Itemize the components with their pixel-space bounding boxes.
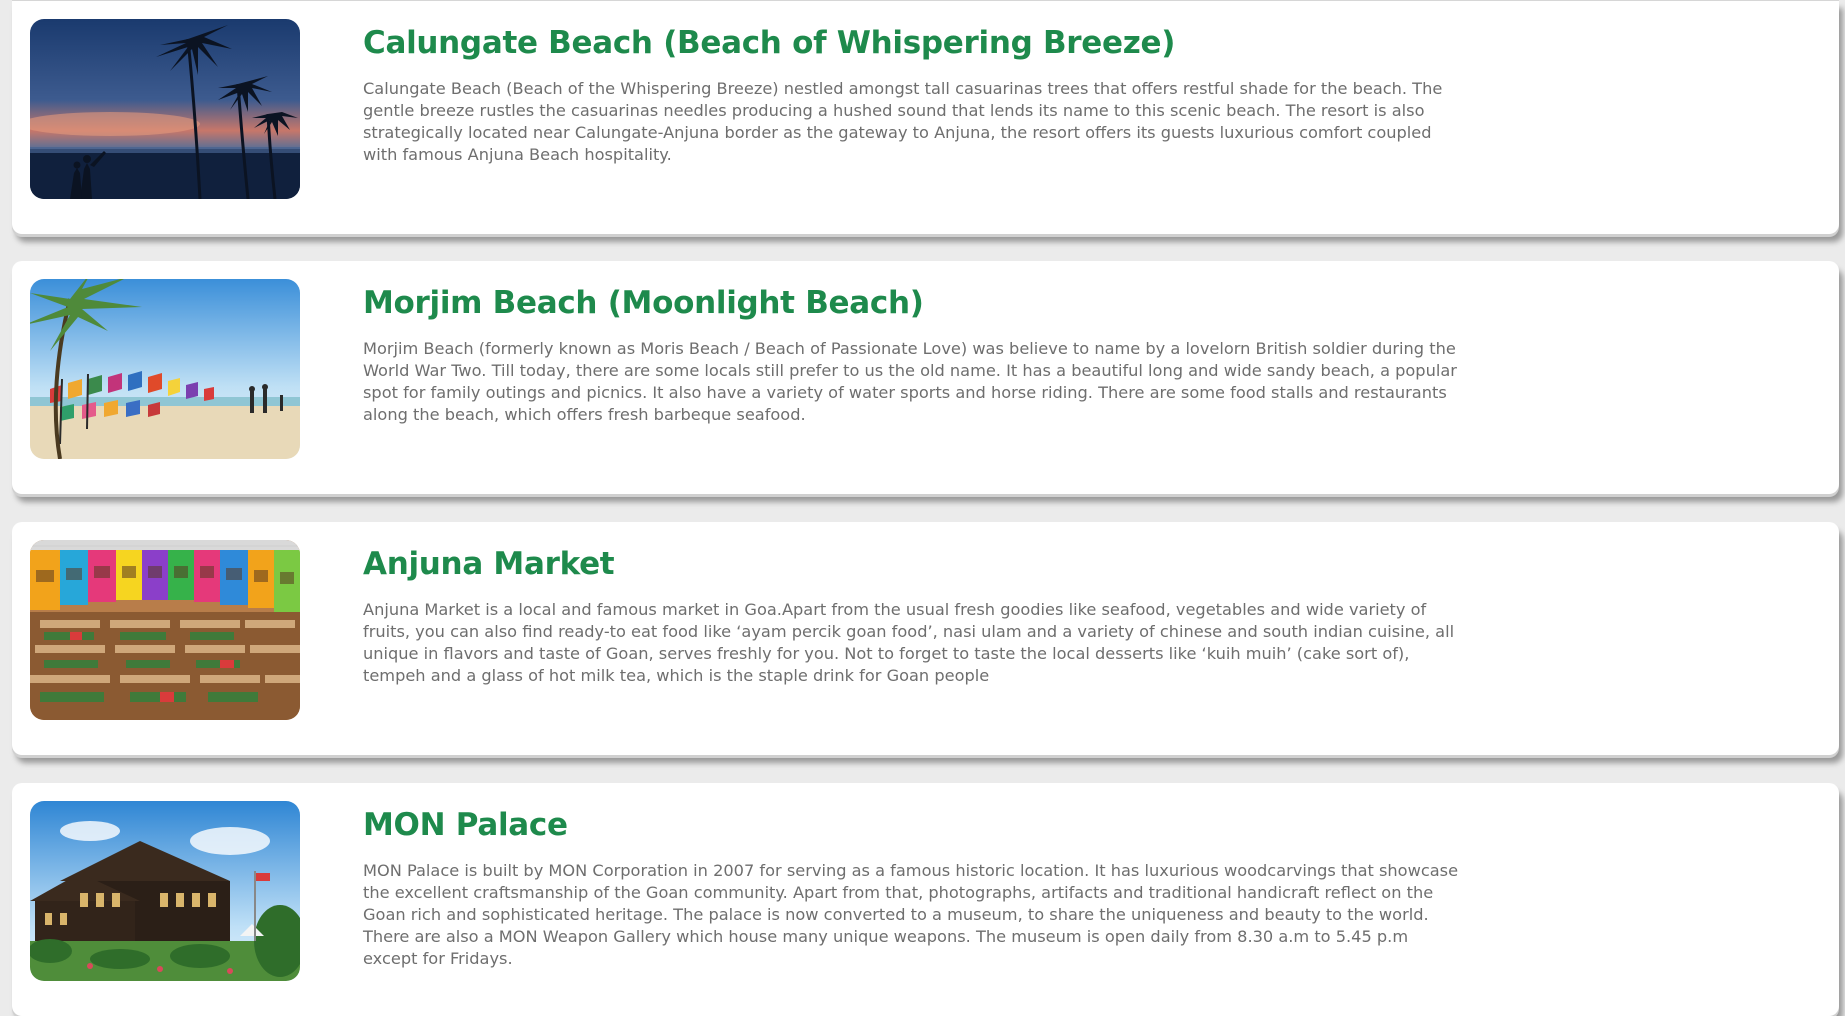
beach-kites-photo — [30, 279, 300, 459]
attraction-card: Anjuna Market Anjuna Market is a local a… — [12, 522, 1839, 755]
market-hall-photo — [30, 540, 300, 720]
attraction-image[interactable] — [30, 279, 300, 459]
sunset-beach-photo — [30, 19, 300, 199]
attraction-description: Calungate Beach (Beach of the Whispering… — [363, 79, 1443, 164]
attraction-title[interactable]: Morjim Beach (Moonlight Beach) — [363, 283, 1473, 323]
attraction-title[interactable]: MON Palace — [363, 805, 1473, 845]
attraction-description: Anjuna Market is a local and famous mark… — [363, 600, 1455, 685]
attraction-image[interactable] — [30, 801, 300, 981]
attraction-title[interactable]: Anjuna Market — [363, 544, 1473, 584]
attraction-image[interactable] — [30, 540, 300, 720]
palace-photo — [30, 801, 300, 981]
attraction-card: MON Palace MON Palace is built by MON Co… — [12, 783, 1839, 1016]
attraction-description: Morjim Beach (formerly known as Moris Be… — [363, 339, 1457, 424]
attraction-card: Calungate Beach (Beach of Whispering Bre… — [12, 0, 1839, 234]
attraction-image[interactable] — [30, 19, 300, 199]
attraction-title[interactable]: Calungate Beach (Beach of Whispering Bre… — [363, 23, 1473, 63]
attraction-description: MON Palace is built by MON Corporation i… — [363, 861, 1459, 968]
attraction-card: Morjim Beach (Moonlight Beach) Morjim Be… — [12, 261, 1839, 494]
